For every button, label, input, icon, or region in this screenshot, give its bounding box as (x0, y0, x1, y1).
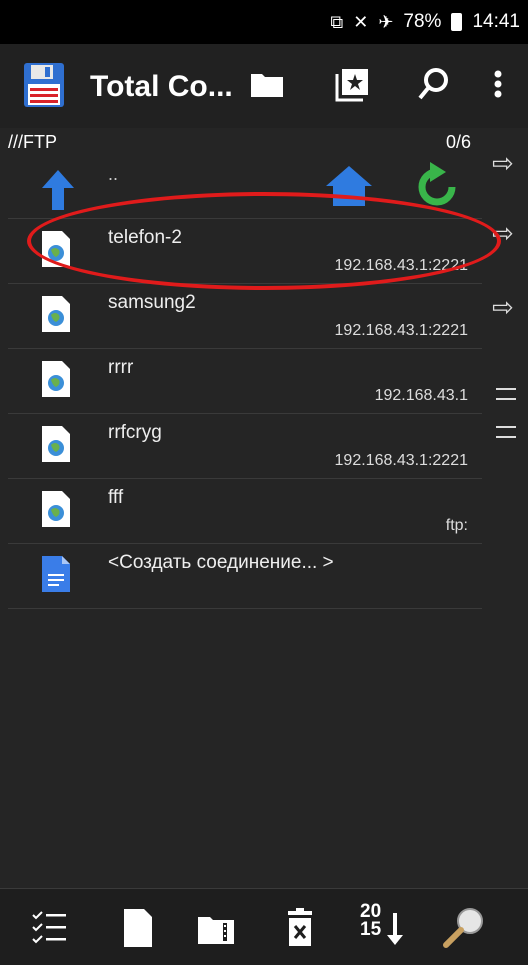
current-path: ///FTP (8, 132, 57, 152)
equals-icon[interactable] (496, 426, 516, 438)
ftp-connection-icon (42, 296, 70, 332)
parent-folder-icon[interactable] (40, 168, 76, 212)
status-bar: ⧉ ✕ ✈ 78% 14:41 (0, 0, 528, 44)
battery-percent: 78% (403, 11, 442, 32)
ftp-connection-icon (42, 361, 70, 397)
ftp-connection-icon (42, 491, 70, 527)
bottom-toolbar: 20 15 (0, 888, 528, 965)
battery-icon (451, 13, 463, 31)
connection-name: rrrr (108, 357, 134, 378)
connection-name: rrfcryg (108, 422, 162, 443)
equals-icon[interactable] (496, 388, 516, 400)
sort-arrow-icon[interactable] (386, 907, 404, 949)
bookmark-icon[interactable] (334, 66, 370, 102)
ftp-connection-icon (42, 426, 70, 462)
clock: 14:41 (472, 11, 520, 32)
more-icon[interactable] (490, 66, 506, 102)
selection-count: 0/6 (446, 132, 472, 152)
list-item-new-connection[interactable]: <Создать соединение... > (8, 543, 482, 609)
app-title: Total Co... (90, 70, 233, 103)
arrow-right-icon[interactable]: ⇨ (492, 150, 514, 176)
airplane-icon: ✈ (378, 11, 394, 32)
connection-address: 192.168.43.1:2221 (334, 452, 468, 469)
sort-bottom-number: 15 (360, 919, 382, 940)
delete-icon[interactable] (280, 907, 320, 949)
list-item[interactable]: rrfcryg 192.168.43.1:2221 (8, 413, 482, 478)
search-icon[interactable] (416, 66, 452, 102)
list-item[interactable]: samsung2 192.168.43.1:2221 (8, 283, 482, 348)
new-connection-label: <Создать соединение... > (108, 552, 334, 573)
app-toolbar: Total Co... (0, 44, 528, 128)
refresh-icon[interactable] (416, 162, 458, 210)
connection-address: 192.168.43.1:2221 (334, 322, 468, 339)
new-document-icon (42, 556, 70, 592)
highlight-ellipse (27, 192, 501, 290)
magnifier-icon[interactable] (440, 907, 488, 949)
cast-icon: ⧉ (330, 11, 344, 32)
connection-address: ftp: (445, 517, 468, 534)
list-item[interactable]: fff ftp: (8, 478, 482, 543)
connection-address: 192.168.43.1 (374, 387, 468, 404)
mute-icon: ✕ (353, 11, 369, 32)
parent-dir-label[interactable]: .. (108, 164, 118, 185)
folder-icon[interactable] (249, 66, 285, 102)
new-file-icon[interactable] (118, 907, 158, 949)
sort-date-button[interactable]: 20 15 (360, 902, 382, 940)
connection-name: samsung2 (108, 292, 196, 313)
connection-name: fff (108, 487, 124, 508)
list-item[interactable]: rrrr 192.168.43.1 (8, 348, 482, 413)
select-list-icon[interactable] (30, 907, 70, 949)
arrow-right-icon[interactable]: ⇨ (492, 294, 514, 320)
floppy-icon[interactable] (24, 63, 64, 107)
archive-folder-icon[interactable] (196, 907, 236, 949)
